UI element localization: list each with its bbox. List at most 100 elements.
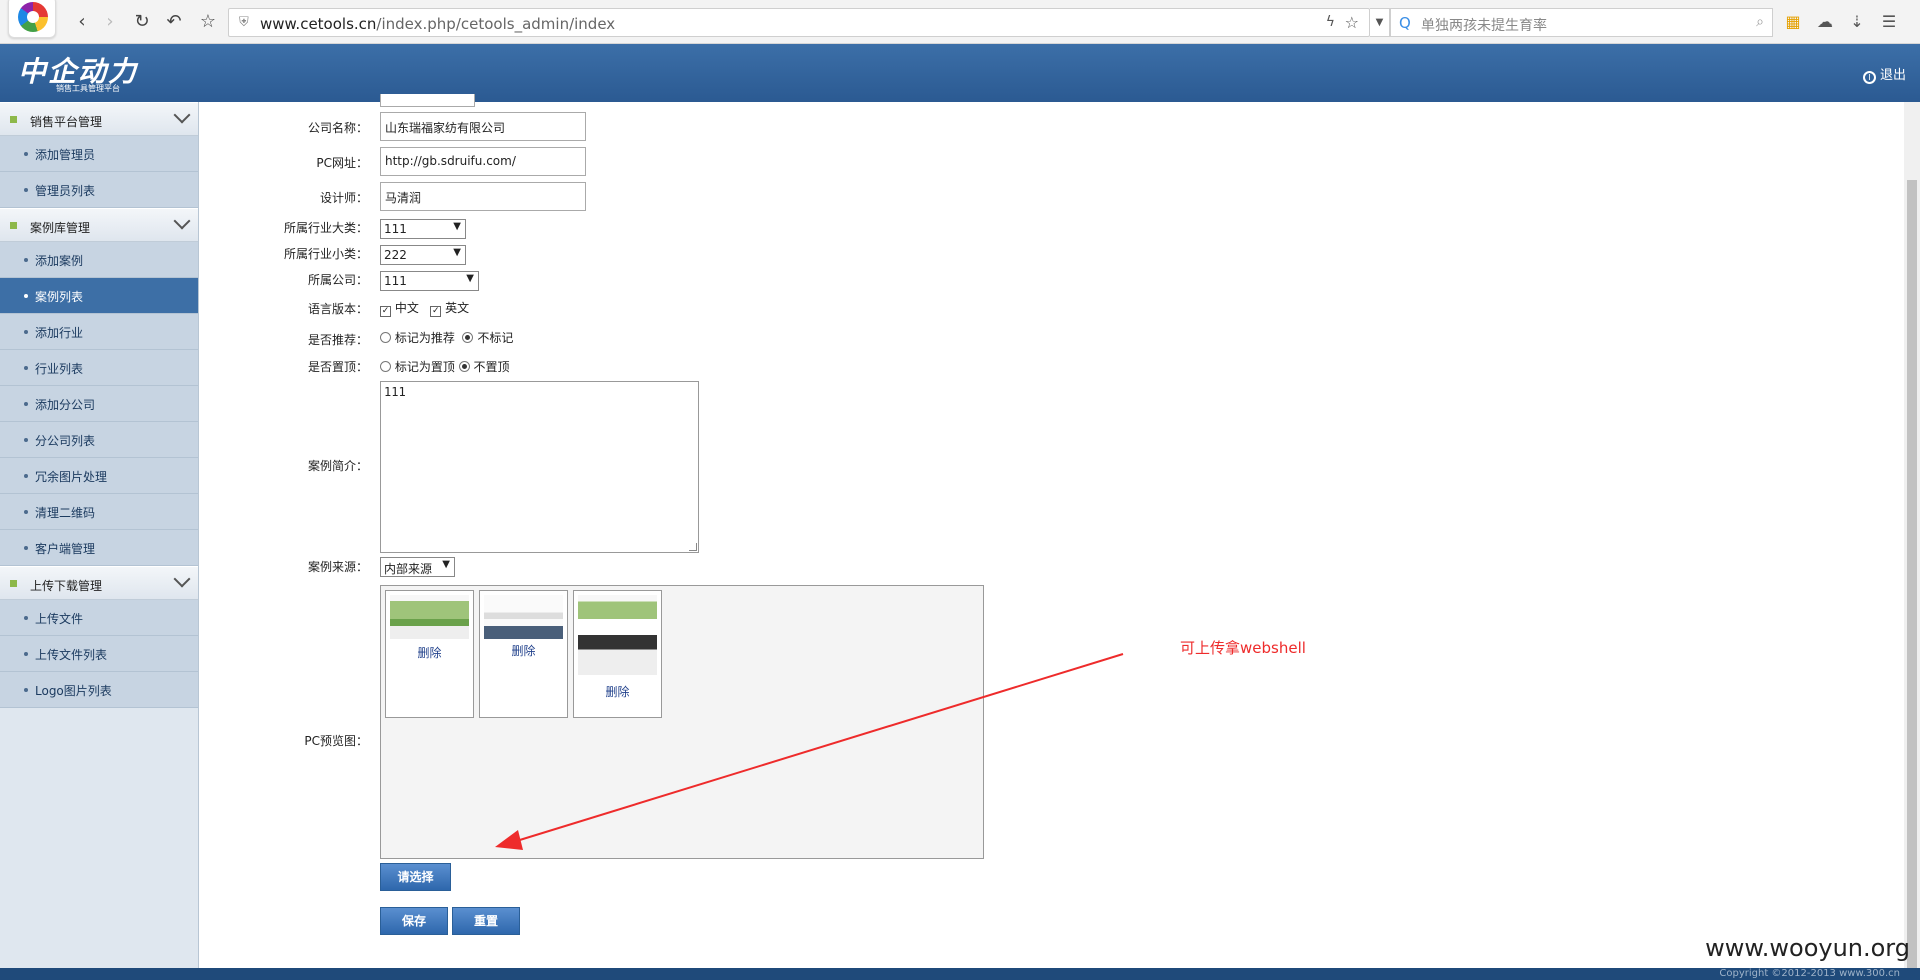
sidebar-item[interactable]: 管理员列表 [0,172,198,208]
lightning-icon[interactable]: ϟ [1326,14,1335,30]
dropdown-arrow-icon: ▼ [466,273,474,284]
sidebar-item[interactable]: 冗余图片处理 [0,458,198,494]
industry-major-value: 111 [384,222,407,236]
intro-value: 111 [384,385,406,399]
sidebar-item[interactable]: 添加分公司 [0,386,198,422]
sidebar-item[interactable]: 行业列表 [0,350,198,386]
recommend-no-radio[interactable] [462,332,474,343]
item-bullet-icon [24,294,28,298]
company-name-input[interactable]: 山东瑞福家纺有限公司 [380,112,586,141]
delete-link[interactable]: 删除 [480,642,567,659]
sidebar: 销售平台管理添加管理员管理员列表案例库管理 添加案例案例列表添加行业 行业列表添加分… [0,102,199,980]
watermark: www.wooyun.org [1705,934,1910,962]
sidebar-item[interactable]: 清理二维码 [0,494,198,530]
reset-button[interactable]: 重置 [452,907,520,935]
sidebar-section-header[interactable]: 上传下载管理 [0,566,198,600]
bookmark-star-icon[interactable]: ☆ [196,10,220,34]
sidebar-item[interactable]: Logo图片列表 [0,672,198,708]
sidebar-item-label: 上传文件 [35,612,84,626]
download-icon[interactable]: ⇣ [1846,11,1868,33]
sidebar-section-header[interactable]: 案例库管理 [0,208,198,242]
chevron-down-icon[interactable] [173,570,191,588]
address-bar[interactable]: ⛨ www.cetools.cn/index.php/cetools_admin… [228,8,1370,37]
pin-top-yes-label: 标记为置顶 [394,360,455,374]
sidebar-item-label: 添加管理员 [35,148,96,162]
lang-en-label: 英文 [445,301,470,315]
browser-logo-icon[interactable] [8,0,56,38]
copyright-text: Copyright ©2012-2013 www.300.cn [1719,968,1900,979]
clipped-field [380,94,475,107]
apps-grid-icon[interactable]: ▦ [1782,11,1804,33]
intro-textarea[interactable]: 111 [380,381,699,553]
lang-en-checkbox[interactable]: ✓ [430,306,442,317]
url-text: www.cetools.cn/index.php/cetools_admin/i… [260,15,616,33]
industry-minor-select[interactable]: 222 ▼ [380,245,466,265]
item-bullet-icon [24,366,28,370]
recommend-yes-radio[interactable] [380,332,391,343]
logout-label: 退出 [1879,68,1906,83]
sidebar-item[interactable]: 案例列表 [0,278,198,314]
sidebar-item-label: 分公司列表 [35,434,96,448]
item-bullet-icon [24,510,28,514]
source-label: 案例来源： [307,560,368,574]
logout-button[interactable]: I 退出 [1862,64,1906,84]
app-header: 中企动力 销售工具管理平台 I 退出 [0,44,1920,102]
favorite-star-icon[interactable]: ☆ [1345,13,1359,32]
lang-zh-checkbox[interactable]: ✓ [380,306,391,317]
delete-link[interactable]: 删除 [574,683,661,700]
branch-select[interactable]: 111 ▼ [380,271,479,291]
item-bullet-icon [24,438,28,442]
forward-icon[interactable]: › [98,10,122,34]
preview-thumbnail: 删除 [573,590,662,718]
sidebar-item-label: Logo图片列表 [35,684,112,698]
sidebar-item[interactable]: 分公司列表 [0,422,198,458]
recommend-yes-label: 标记为推荐 [394,331,455,345]
choose-file-button[interactable]: 请选择 [380,863,451,891]
sidebar-item[interactable]: 上传文件列表 [0,636,198,672]
sidebar-item-label: 添加分公司 [35,398,96,412]
language-label: 语言版本： [307,302,368,316]
sidebar-item[interactable]: 上传文件 [0,600,198,636]
dropdown-arrow-icon: ▼ [442,559,450,570]
reload-icon[interactable]: ↻ [130,10,154,34]
sidebar-item-label: 案例列表 [35,290,84,304]
industry-major-label: 所属行业大类： [283,221,368,235]
delete-link[interactable]: 删除 [386,644,473,661]
sidebar-item-label: 冗余图片处理 [35,470,108,484]
chevron-down-icon[interactable] [173,212,191,230]
source-select[interactable]: 内部来源 ▼ [380,557,455,577]
designer-input[interactable]: 马清润 [380,182,586,211]
sidebar-section-header[interactable]: 销售平台管理 [0,102,198,136]
save-button[interactable]: 保存 [380,907,448,935]
power-icon: I [1862,71,1876,84]
branch-label: 所属公司： [307,273,368,287]
sidebar-item[interactable]: 添加案例 [0,242,198,278]
resize-grip-icon[interactable] [689,543,697,551]
search-input[interactable]: Q 单独两孩未提生育率 ⌕ [1390,8,1773,37]
section-bullet-icon [10,222,17,229]
sidebar-item[interactable]: 添加管理员 [0,136,198,172]
sidebar-item[interactable]: 客户端管理 [0,530,198,566]
cloud-icon[interactable]: ☁ [1814,11,1836,33]
chevron-down-icon[interactable] [173,106,191,124]
sidebar-item[interactable]: 添加行业 [0,314,198,350]
pin-top-yes-radio[interactable] [380,361,391,372]
pc-preview-container: 删除 删除 删除 [380,585,984,859]
scrollbar-thumb[interactable] [1907,180,1917,968]
source-value: 内部来源 [384,562,433,576]
industry-major-select[interactable]: 111 ▼ [380,219,466,239]
chevron-down-icon[interactable]: ▼ [1370,8,1390,37]
sidebar-item-label: 管理员列表 [35,184,96,198]
sidebar-item-label: 上传文件列表 [35,648,108,662]
pin-top-label: 是否置顶： [307,360,368,374]
designer-label: 设计师： [319,191,368,205]
search-icon[interactable]: ⌕ [1756,14,1764,30]
preview-image [390,595,469,639]
pc-url-input[interactable]: http://gb.sdruifu.com/ [380,147,586,176]
pin-top-no-radio[interactable] [458,361,470,372]
undo-icon[interactable]: ↶ [162,10,186,34]
back-icon[interactable]: ‹ [70,10,94,34]
footer-bar [0,968,1920,980]
menu-icon[interactable]: ☰ [1878,11,1900,33]
vertical-scrollbar[interactable] [1904,102,1920,968]
